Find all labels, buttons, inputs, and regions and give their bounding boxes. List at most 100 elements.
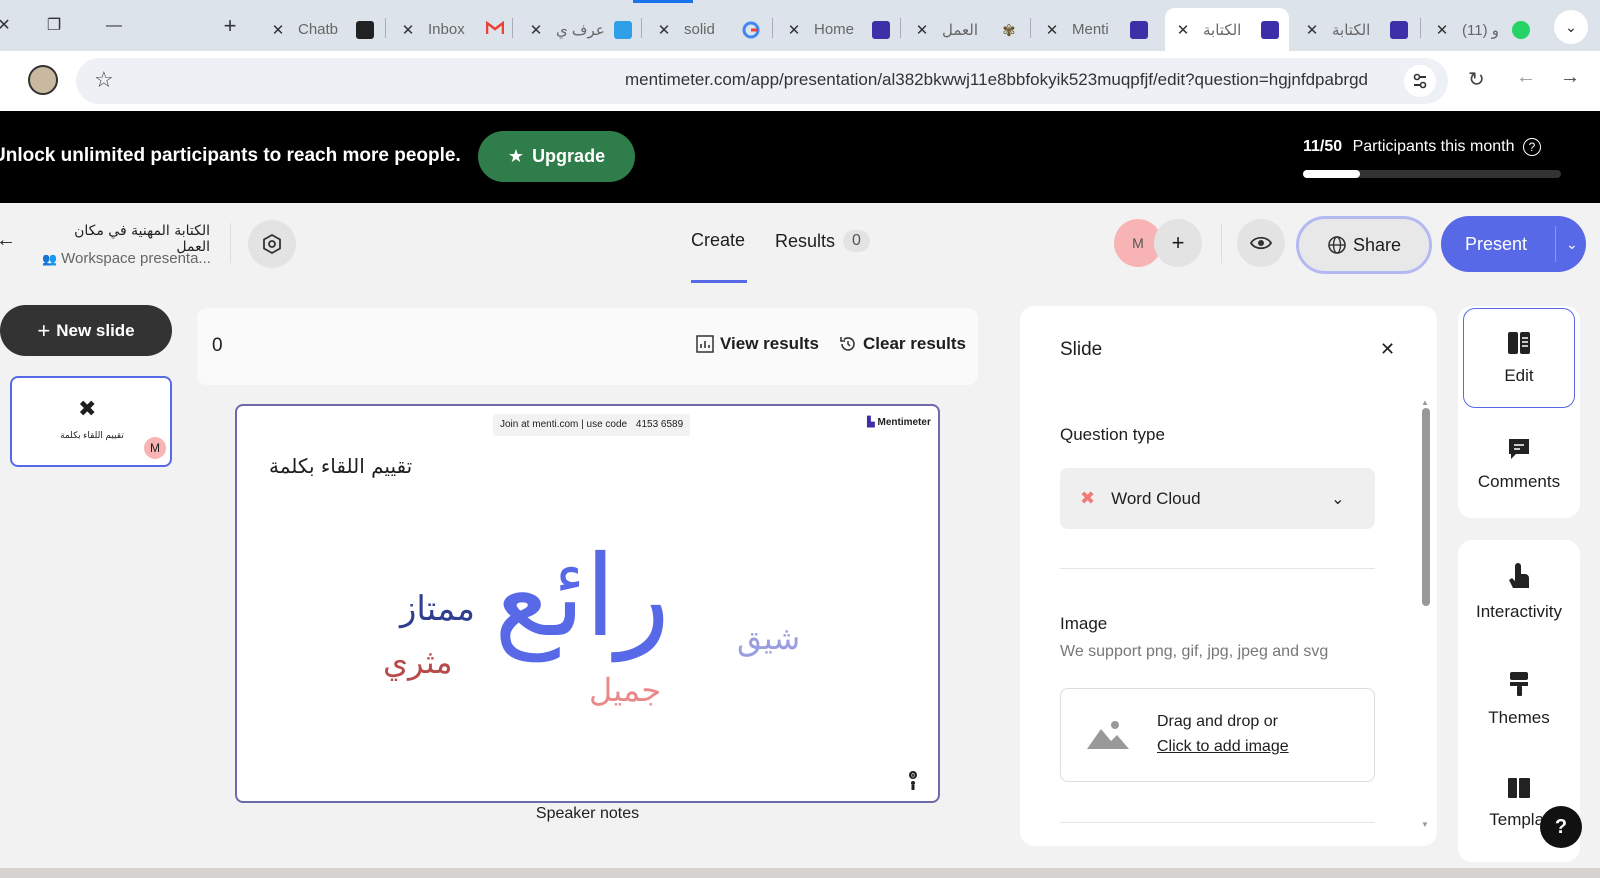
tab-divider: [1030, 18, 1031, 38]
chatgpt-icon: [356, 20, 374, 39]
help-circle-icon[interactable]: ?: [1522, 138, 1541, 156]
reload-icon[interactable]: ↻: [1468, 67, 1485, 92]
close-tab-icon[interactable]: ✕: [784, 21, 804, 39]
globe-icon: [1328, 236, 1346, 254]
results-count-badge: 0: [843, 230, 870, 252]
forward-arrow-icon[interactable]: →: [1560, 66, 1580, 89]
join-text: Join at menti.com | use code: [500, 419, 628, 430]
tab-divider: [641, 18, 642, 38]
word-cloud-icon: ✖: [78, 396, 97, 421]
close-tab-icon[interactable]: ✕: [1042, 21, 1062, 39]
add-image-link[interactable]: Click to add image: [1157, 738, 1289, 756]
tab-divider: [772, 18, 773, 38]
help-button[interactable]: ?: [1540, 806, 1582, 848]
header-divider: [230, 223, 231, 263]
view-results-button[interactable]: View results: [696, 334, 819, 354]
upgrade-button[interactable]: ★ Upgrade: [478, 131, 635, 182]
clear-results-button[interactable]: Clear results: [839, 334, 966, 354]
slide-thumbnail[interactable]: ✖ تقييم اللقاء بكلمة M: [10, 376, 172, 467]
browser-tab[interactable]: ✕ Inbox: [390, 8, 515, 51]
google-icon: [742, 21, 760, 39]
word-cloud-word: مثري: [383, 643, 453, 681]
browser-tab[interactable]: ✕ Chatb: [260, 8, 385, 51]
close-tab-icon[interactable]: ✕: [1302, 21, 1322, 39]
tab-title: عرف ي: [556, 21, 605, 39]
scroll-down-icon[interactable]: ▼: [1421, 820, 1429, 829]
clear-results-label: Clear results: [863, 334, 966, 353]
browser-tab[interactable]: ✕ العمل ✾: [904, 8, 1029, 51]
close-tab-icon[interactable]: ✕: [1173, 21, 1193, 39]
comment-icon: [1509, 439, 1529, 459]
browser-tab-strip: ✕ ❐ — + ✕ Chatb ✕ Inbox ✕ عرف ي ✕ solid …: [0, 0, 1600, 51]
slide-canvas[interactable]: Join at menti.com | use code 4153 6589 ▙…: [235, 404, 940, 803]
tab-divider: [385, 18, 386, 38]
image-placeholder-icon: [1087, 717, 1129, 756]
svg-text:0: 0: [911, 773, 915, 780]
new-slide-button[interactable]: + New slide: [0, 305, 172, 356]
question-type-select[interactable]: ✖ Word Cloud ⌄: [1060, 468, 1375, 529]
close-tab-icon[interactable]: ✕: [268, 21, 288, 39]
close-icon[interactable]: ✕: [1380, 339, 1395, 360]
tab-results[interactable]: Results 0: [775, 230, 870, 252]
rail-edit-label: Edit: [1504, 366, 1534, 385]
scroll-up-icon[interactable]: ▲: [1421, 398, 1429, 407]
browser-tab[interactable]: ✕ (11) و: [1424, 8, 1534, 51]
scrollbar-thumb[interactable]: [1422, 408, 1430, 606]
editor-header: ← الكتابة المهنية في مكان العمل 👥 Worksp…: [0, 203, 1600, 284]
rail-themes-button[interactable]: Themes: [1463, 670, 1575, 728]
browser-tab-active[interactable]: ✕ الكتابة: [1165, 8, 1289, 51]
tab-search-chevron-icon[interactable]: ⌄: [1554, 10, 1588, 44]
brand-name: Mentimeter: [877, 417, 931, 428]
image-dropzone[interactable]: Drag and drop or Click to add image: [1060, 688, 1375, 782]
back-arrow-icon[interactable]: ←: [1516, 66, 1536, 89]
browser-tab[interactable]: ✕ الكتابة: [1294, 8, 1419, 51]
settings-icon[interactable]: [248, 220, 296, 268]
close-tab-icon[interactable]: ✕: [526, 21, 546, 39]
back-arrow-icon[interactable]: ←: [0, 229, 16, 252]
rail-edit-button[interactable]: Edit: [1463, 308, 1575, 408]
tab-create[interactable]: Create: [691, 230, 745, 251]
plus-icon: +: [37, 317, 51, 343]
close-tab-icon[interactable]: ✕: [398, 21, 418, 39]
speaker-notes-toggle[interactable]: Speaker notes: [235, 805, 940, 823]
grid-icon: [614, 20, 632, 39]
tab-divider: [1420, 18, 1421, 38]
site-settings-icon[interactable]: [1404, 65, 1436, 97]
mentimeter-icon: [1390, 20, 1408, 39]
preview-eye-icon[interactable]: [1237, 219, 1285, 267]
close-tab-icon[interactable]: ✕: [912, 21, 932, 39]
close-tab-icon[interactable]: ✕: [1432, 21, 1452, 39]
join-info-box: Join at menti.com | use code 4153 6589: [493, 414, 691, 436]
star-icon: ★: [507, 146, 525, 166]
omnibox[interactable]: ☆ mentimeter.com/app/presentation/al382b…: [76, 58, 1448, 104]
history-icon: [840, 337, 855, 351]
os-taskbar-strip: [0, 868, 1600, 878]
minimize-window-icon[interactable]: —: [100, 12, 128, 40]
rail-comments-button[interactable]: Comments: [1463, 436, 1575, 492]
browser-tab[interactable]: ✕ Menti: [1034, 8, 1159, 51]
browser-tab[interactable]: ✕ solid: [646, 8, 771, 51]
panel-scrollbar[interactable]: ▲ ▼: [1421, 398, 1431, 838]
slide-question-title[interactable]: تقييم اللقاء بكلمة: [269, 454, 412, 478]
browser-tab[interactable]: ✕ Home: [776, 8, 901, 51]
restore-window-icon[interactable]: ❐: [40, 12, 68, 40]
new-tab-icon[interactable]: +: [216, 12, 244, 40]
share-button[interactable]: Share: [1296, 216, 1432, 274]
url-text[interactable]: mentimeter.com/app/presentation/al382bkw…: [625, 70, 1368, 90]
new-slide-label: New slide: [56, 320, 135, 340]
star-icon: ✾: [1002, 22, 1016, 40]
whatsapp-icon: [1512, 20, 1530, 39]
tab-title: Home: [814, 21, 855, 38]
add-collaborator-icon[interactable]: +: [1154, 219, 1202, 267]
rail-comments-label: Comments: [1477, 472, 1561, 491]
tab-title: Menti: [1072, 21, 1109, 38]
close-window-icon[interactable]: ✕: [0, 12, 18, 40]
bookmark-star-icon[interactable]: ☆: [94, 67, 114, 93]
close-tab-icon[interactable]: ✕: [654, 21, 674, 39]
present-button[interactable]: Present ⌄: [1441, 216, 1586, 272]
avatar: M: [144, 437, 166, 459]
rail-interactivity-button[interactable]: Interactivity: [1463, 562, 1575, 622]
profile-avatar[interactable]: [28, 65, 58, 95]
chevron-down-icon[interactable]: ⌄: [1566, 236, 1578, 253]
browser-tab[interactable]: ✕ عرف ي: [518, 8, 643, 51]
